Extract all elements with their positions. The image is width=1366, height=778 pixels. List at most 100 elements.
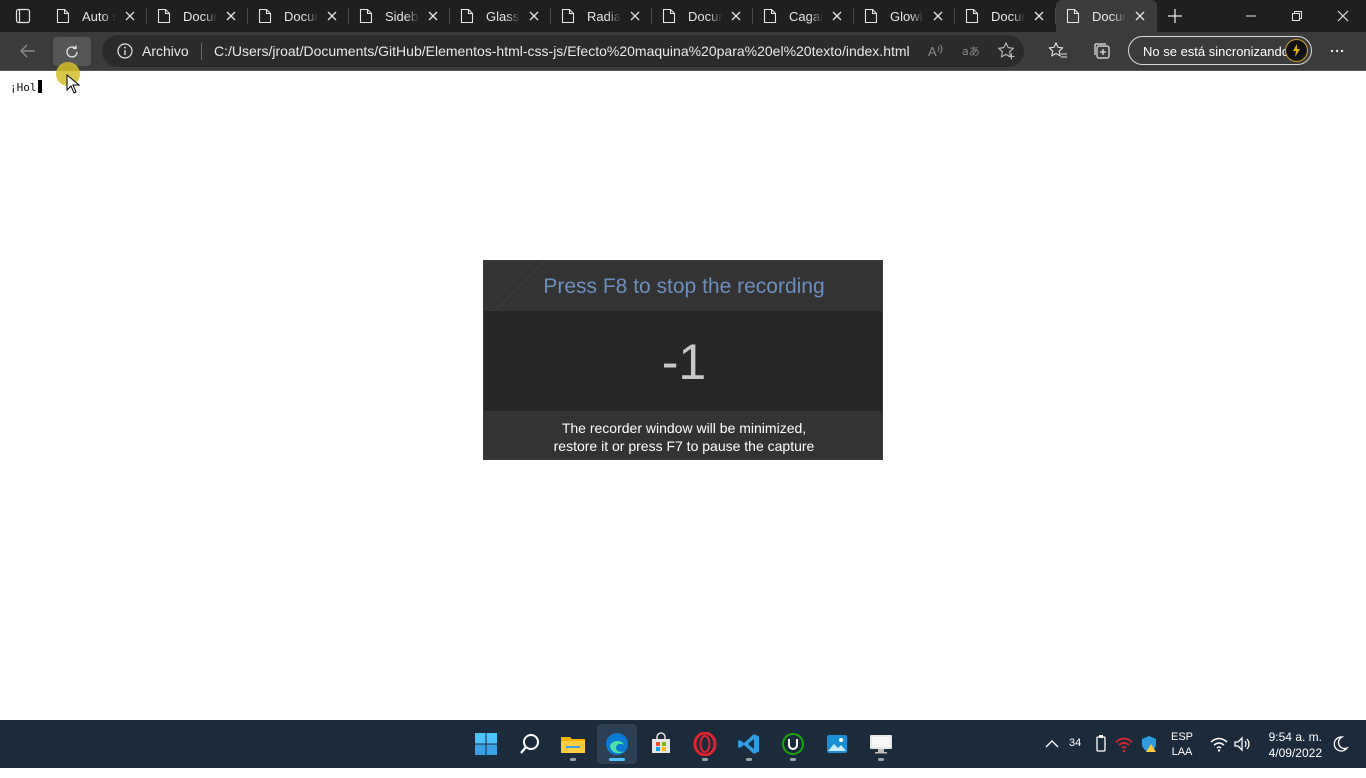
start-button[interactable] <box>466 724 506 764</box>
minimize-button[interactable] <box>1228 0 1274 32</box>
taskbar-store[interactable] <box>641 724 681 764</box>
close-tab-icon[interactable] <box>931 9 945 23</box>
browser-tab[interactable]: Docum <box>248 0 349 32</box>
recorder-message: The recorder window will be minimized, r… <box>484 419 882 455</box>
close-icon <box>1337 10 1349 22</box>
settings-menu-button[interactable] <box>1322 37 1352 65</box>
favorites-icon <box>1048 41 1067 58</box>
keyboard-layout: LAA <box>1171 746 1193 758</box>
browser-tab[interactable]: Sideba <box>349 0 450 32</box>
tab-title: Cagan <box>789 8 823 24</box>
favorites-button[interactable] <box>1043 37 1073 65</box>
add-favorite-icon[interactable] <box>997 41 1017 61</box>
focus-moon-icon[interactable] <box>1330 734 1350 754</box>
browser-tab[interactable]: Docum <box>147 0 248 32</box>
file-explorer-icon <box>561 737 585 753</box>
avatar <box>1285 39 1308 62</box>
tab-title: Sideba <box>385 8 419 24</box>
taskbar-upwork[interactable] <box>773 724 813 764</box>
document-icon <box>662 8 676 24</box>
browser-tab[interactable]: Radial <box>551 0 652 32</box>
taskbar-search-button[interactable] <box>510 724 550 764</box>
document-icon <box>258 8 272 24</box>
recorder-title: Press F8 to stop the recording <box>543 275 825 298</box>
document-icon <box>965 8 979 24</box>
running-indicator <box>790 758 796 761</box>
window-controls <box>1228 0 1366 32</box>
recorder-countdown: -1 <box>661 334 707 390</box>
clock-time: 9:54 a. m. <box>1268 730 1322 744</box>
vscode-icon <box>738 734 759 754</box>
refresh-button[interactable] <box>53 37 91 66</box>
running-indicator <box>570 758 576 761</box>
close-tab-icon[interactable] <box>830 9 844 23</box>
browser-tab[interactable]: Glowir <box>854 0 955 32</box>
taskbar-file-explorer[interactable] <box>553 724 593 764</box>
running-indicator <box>609 758 625 761</box>
profile-sync-button[interactable]: No se está sincronizando <box>1128 36 1312 65</box>
recorder-message-line2: restore it or press F7 to pause the capt… <box>553 438 815 454</box>
arrow-left-icon <box>20 44 35 58</box>
document-icon <box>561 8 575 24</box>
close-tab-icon[interactable] <box>123 9 137 23</box>
collections-icon <box>1094 43 1110 59</box>
url-text[interactable]: C:/Users/jroat/Documents/GitHub/Elemento… <box>214 43 910 59</box>
close-tab-icon[interactable] <box>527 9 541 23</box>
translate-icon[interactable]: aあ <box>960 41 980 61</box>
close-tab-icon[interactable] <box>1032 9 1046 23</box>
wifi-icon[interactable] <box>1209 734 1229 754</box>
back-button[interactable] <box>13 37 43 65</box>
taskbar-photos[interactable] <box>817 724 857 764</box>
language-code: ESP <box>1170 731 1193 743</box>
document-icon <box>157 8 171 24</box>
close-tab-icon[interactable] <box>729 9 743 23</box>
clock[interactable]: 9:54 a. m. 4/09/2022 <box>1256 729 1322 777</box>
input-language[interactable]: ESP LAA <box>1170 730 1194 778</box>
edge-icon <box>606 733 628 755</box>
document-icon <box>359 8 373 24</box>
tab-active[interactable]: Docum <box>1056 0 1157 32</box>
remote-desktop-icon <box>870 735 892 754</box>
site-info-label[interactable]: Archivo <box>142 43 189 59</box>
tab-actions-icon <box>15 8 31 24</box>
taskbar-vscode[interactable] <box>729 724 769 764</box>
document-icon <box>1066 8 1080 24</box>
close-tab-icon[interactable] <box>325 9 339 23</box>
start-icon <box>475 733 497 755</box>
browser-tab[interactable]: Docum <box>652 0 753 32</box>
browser-tab[interactable]: Glassn <box>450 0 551 32</box>
tab-actions-button[interactable] <box>0 0 46 32</box>
usb-device-icon[interactable] <box>1091 734 1111 754</box>
tab-title: Glassn <box>486 8 520 24</box>
close-tab-icon[interactable] <box>224 9 238 23</box>
running-indicator <box>746 758 752 761</box>
mouse-pointer-icon <box>66 74 80 94</box>
close-tab-icon[interactable] <box>1133 9 1147 23</box>
wifi-alert-icon[interactable] <box>1114 734 1134 754</box>
plus-icon <box>1168 9 1182 23</box>
chevron-up-icon[interactable] <box>1042 734 1062 754</box>
photos-icon <box>827 735 847 753</box>
running-indicator <box>878 758 884 761</box>
browser-tab[interactable]: Docum <box>955 0 1056 32</box>
taskbar-edge[interactable] <box>597 724 637 764</box>
new-tab-button[interactable] <box>1157 0 1193 32</box>
browser-tab[interactable]: Auto s <box>46 0 147 32</box>
taskbar-remote-desktop[interactable] <box>861 724 901 764</box>
collections-button[interactable] <box>1087 37 1117 65</box>
address-bar[interactable]: Archivo C:/Users/jroat/Documents/GitHub/… <box>102 35 1024 67</box>
browser-tab[interactable]: Cagan <box>753 0 854 32</box>
taskbar: 34 ESP LAA 9:54 a. m. 4/09/2022 <box>0 720 1366 768</box>
volume-icon[interactable] <box>1232 734 1252 754</box>
search-icon <box>520 734 539 754</box>
close-tab-icon[interactable] <box>426 9 440 23</box>
close-tab-icon[interactable] <box>628 9 642 23</box>
shield-warning-icon[interactable] <box>1139 734 1159 754</box>
restore-button[interactable] <box>1274 0 1320 32</box>
read-aloud-icon[interactable]: A <box>925 41 945 61</box>
close-window-button[interactable] <box>1320 0 1366 32</box>
info-icon[interactable] <box>117 43 133 59</box>
document-icon <box>460 8 474 24</box>
tab-title: Glowir <box>890 8 924 24</box>
taskbar-opera[interactable] <box>685 724 725 764</box>
